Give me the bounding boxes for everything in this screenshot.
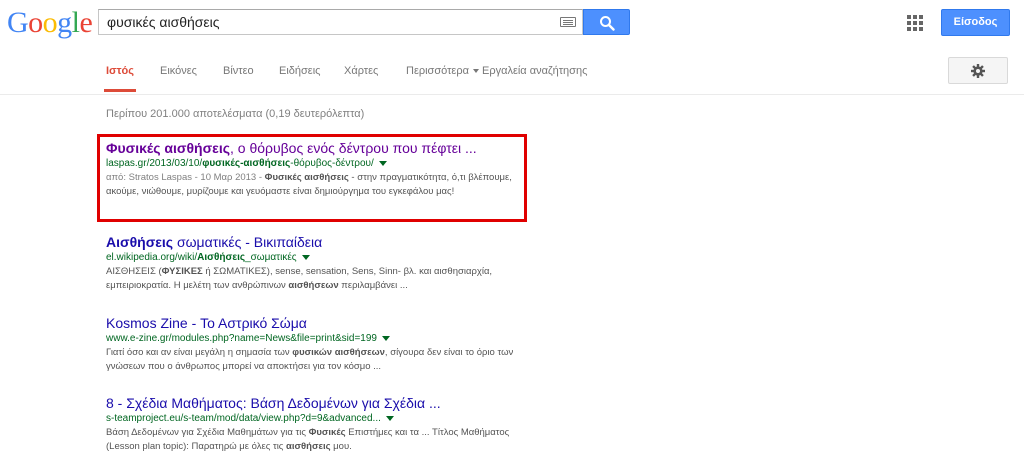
result-url-text: www.e-zine.gr/modules.php?name=News&file… xyxy=(106,333,377,344)
result-snippet: ΑΙΣΘΗΣΕΙΣ (ΦΥΣΙΚΕΣ ή ΣΩΜΑΤΙΚΕΣ), sense, … xyxy=(106,265,520,293)
result-url-text: _σωματικές xyxy=(245,252,297,263)
snippet-text: περιλαμβάνει ... xyxy=(338,280,408,291)
search-result: Kosmos Zine - Το Αστρικό Σώμα www.e-zine… xyxy=(106,315,526,374)
tab-more[interactable]: Περισσότερα xyxy=(406,65,479,77)
result-title-link[interactable]: Kosmos Zine - Το Αστρικό Σώμα xyxy=(106,315,526,332)
keyboard-icon[interactable] xyxy=(560,17,576,27)
search-result: Αισθήσεις σωματικές - Βικιπαίδεια el.wik… xyxy=(106,234,526,293)
result-url: www.e-zine.gr/modules.php?name=News&file… xyxy=(106,332,526,346)
signin-button[interactable]: Είσοδος xyxy=(941,9,1010,36)
tab-videos[interactable]: Βίντεο xyxy=(223,65,254,77)
tab-more-label: Περισσότερα xyxy=(406,65,469,77)
snippet-text: ΑΙΣΘΗΣΕΙΣ ( xyxy=(106,266,162,277)
tab-web[interactable]: Ιστός xyxy=(106,65,134,77)
result-title-link[interactable]: 8 - Σχέδια Μαθήματος: Βάση Δεδομένων για… xyxy=(106,395,526,412)
highlight-box xyxy=(97,134,527,222)
result-url: el.wikipedia.org/wiki/Αισθήσεις_σωματικέ… xyxy=(106,251,526,265)
url-menu-caret-icon[interactable] xyxy=(381,335,390,341)
snippet-text: Γιατί όσο και αν είναι μεγάλη η σημασία … xyxy=(106,347,293,358)
snippet-text: μου. xyxy=(330,441,352,452)
tab-images[interactable]: Εικόνες xyxy=(160,65,197,77)
result-title-bold: Αισθήσεις xyxy=(106,234,174,250)
url-menu-caret-icon[interactable] xyxy=(301,254,310,260)
result-title-link[interactable]: Αισθήσεις σωματικές - Βικιπαίδεια xyxy=(106,234,526,251)
logo-letter: g xyxy=(57,6,72,39)
url-menu-caret-icon[interactable] xyxy=(385,415,394,421)
google-logo[interactable]: Google xyxy=(7,6,93,39)
snippet-bold: αισθήσεων xyxy=(288,280,339,291)
search-icon xyxy=(600,16,615,31)
search-button[interactable] xyxy=(583,9,630,35)
logo-letter: e xyxy=(79,6,93,39)
snippet-bold: ΦΥΣΙΚΕΣ xyxy=(161,266,203,277)
result-stats: Περίπου 201.000 αποτελέσματα (0,19 δευτε… xyxy=(106,108,365,120)
logo-letter: o xyxy=(42,6,58,39)
snippet-bold: αισθήσεις xyxy=(286,441,331,452)
logo-letter: G xyxy=(7,6,29,39)
result-snippet: Γιατί όσο και αν είναι μεγάλη η σημασία … xyxy=(106,346,520,374)
snippet-bold: Φυσικές xyxy=(308,427,346,438)
tab-search-tools[interactable]: Εργαλεία αναζήτησης xyxy=(482,65,587,77)
search-result: 8 - Σχέδια Μαθήματος: Βάση Δεδομένων για… xyxy=(106,395,526,454)
result-url-text: el.wikipedia.org/wiki/ xyxy=(106,252,198,263)
apps-grid-icon[interactable] xyxy=(907,15,923,31)
tab-maps[interactable]: Χάρτες xyxy=(344,65,378,77)
top-bar: Google Είσοδος xyxy=(0,0,1024,45)
active-tab-indicator xyxy=(104,89,136,92)
snippet-bold: φυσικών αισθήσεων xyxy=(292,347,385,358)
logo-letter: l xyxy=(71,6,80,39)
logo-letter: o xyxy=(28,6,43,39)
result-url-bold: Αισθήσεις xyxy=(197,252,246,263)
search-input[interactable] xyxy=(99,10,559,34)
settings-button[interactable] xyxy=(948,57,1008,84)
chevron-down-icon xyxy=(472,69,479,74)
result-url-text: s-teamproject.eu/s-team/mod/data/view.ph… xyxy=(106,413,381,424)
tab-news[interactable]: Ειδήσεις xyxy=(279,65,320,77)
gear-icon xyxy=(971,64,985,78)
snippet-text: Βάση Δεδομένων για Σχέδια Μαθημάτων για … xyxy=(106,427,309,438)
result-title-text: σωματικές - Βικιπαίδεια xyxy=(173,234,323,250)
result-snippet: Βάση Δεδομένων για Σχέδια Μαθημάτων για … xyxy=(106,426,520,454)
search-box xyxy=(98,9,583,35)
result-url: s-teamproject.eu/s-team/mod/data/view.ph… xyxy=(106,412,526,426)
